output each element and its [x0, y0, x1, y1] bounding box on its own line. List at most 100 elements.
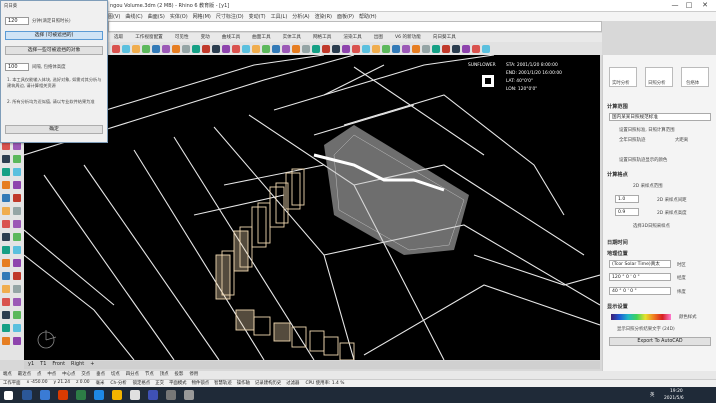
status-toggle[interactable]: 正交: [155, 380, 164, 387]
ribbon-tab[interactable]: 实体工具: [277, 33, 307, 42]
app2-icon[interactable]: [184, 390, 194, 400]
section-display[interactable]: 显示设置: [607, 303, 628, 310]
latitude-input[interactable]: 40 ° 0 ' 0 ": [609, 287, 671, 295]
all-day-option[interactable]: 全年日照轨迹: [619, 137, 645, 143]
tool-icon[interactable]: [12, 323, 21, 332]
status-toggle[interactable]: 锁定格点: [133, 380, 151, 387]
osnap-item[interactable]: 四分点: [126, 371, 139, 379]
select-3d-points[interactable]: 选择3D日照采样点: [633, 223, 670, 229]
tool-icon[interactable]: [12, 180, 21, 189]
toolbar-icon[interactable]: [372, 44, 380, 53]
ribbon-tab[interactable]: 出图: [368, 33, 389, 42]
toolbar-icon[interactable]: [212, 44, 220, 53]
tool-icon[interactable]: [12, 245, 21, 254]
toolbar-icon[interactable]: [342, 44, 350, 53]
menu-item[interactable]: 工具(L): [271, 13, 288, 20]
taskview-icon[interactable]: [40, 390, 50, 400]
toolbar-icon[interactable]: [332, 44, 340, 53]
menu-item[interactable]: 帮助(H): [359, 13, 377, 20]
toolbar-icon[interactable]: [482, 44, 490, 53]
tool-icon[interactable]: [12, 232, 21, 241]
ribbon-tab[interactable]: 网格工具: [307, 33, 337, 42]
chrome-icon[interactable]: [130, 390, 140, 400]
toolbar-icon[interactable]: [312, 44, 320, 53]
viewport-tab[interactable]: +: [90, 361, 94, 369]
ribbon-tab[interactable]: 曲面工具: [246, 33, 276, 42]
toolbar-icon[interactable]: [322, 44, 330, 53]
osnap-item[interactable]: 顶点: [160, 371, 169, 379]
tool-icon[interactable]: [1, 232, 10, 241]
toolbar-icon[interactable]: [182, 44, 190, 53]
osnap-item[interactable]: 中心点: [62, 371, 75, 379]
standard-dropdown[interactable]: 国内某某日照规范标准: [609, 113, 711, 121]
osnap-item[interactable]: 端点: [3, 371, 12, 379]
color-option[interactable]: 设置日照轨迹显示的颜色: [619, 157, 667, 163]
osnap-item[interactable]: 中点: [47, 371, 56, 379]
osnap-item[interactable]: 节点: [145, 371, 154, 379]
ok-button[interactable]: 确定: [5, 125, 103, 134]
toolbar-icon[interactable]: [302, 44, 310, 53]
command-area[interactable]: [108, 21, 602, 32]
tool-icon[interactable]: [1, 323, 10, 332]
toolbar-icon[interactable]: [142, 44, 150, 53]
osnap-item[interactable]: 停用: [189, 371, 198, 379]
toolbar-icon[interactable]: [242, 44, 250, 53]
osnap-item[interactable]: 点: [37, 371, 41, 379]
tool-icon[interactable]: [1, 180, 10, 189]
realtime-analysis-button[interactable]: 实时分析: [609, 67, 637, 87]
menu-item[interactable]: 网格(M): [193, 13, 211, 20]
toolbar-icon[interactable]: [282, 44, 290, 53]
lang-indicator[interactable]: 英: [650, 392, 654, 398]
toolbar-icon[interactable]: [252, 44, 260, 53]
section-datetime[interactable]: 日期时间: [607, 239, 628, 246]
toolbar-icon[interactable]: [132, 44, 140, 53]
tool-icon[interactable]: [1, 336, 10, 345]
tool-icon[interactable]: [1, 258, 10, 267]
toolbar-icon[interactable]: [352, 44, 360, 53]
tool-icon[interactable]: [12, 310, 21, 319]
status-toggle[interactable]: 过滤器: [286, 380, 299, 387]
menu-item[interactable]: 尺寸标注(D): [216, 13, 244, 20]
tool-icon[interactable]: [1, 271, 10, 280]
section-geo[interactable]: 地理位置: [607, 250, 628, 257]
status-toggle[interactable]: 记录建构历史: [255, 380, 281, 387]
tool-icon[interactable]: [12, 258, 21, 267]
tool-icon[interactable]: [12, 206, 21, 215]
ribbon-tab[interactable]: 向日葵工具: [427, 33, 462, 42]
height-input[interactable]: 0.9: [615, 208, 639, 216]
tool-icon[interactable]: [1, 206, 10, 215]
viewport-tab[interactable]: T1: [40, 361, 46, 369]
toolbar-icon[interactable]: [452, 44, 460, 53]
osnap-item[interactable]: 切点: [111, 371, 120, 379]
duration-input[interactable]: 120: [5, 17, 29, 25]
toolbar-icon[interactable]: [292, 44, 300, 53]
tool-icon[interactable]: [12, 219, 21, 228]
menu-item[interactable]: 曲线(C): [125, 13, 142, 20]
tool-icon[interactable]: [1, 245, 10, 254]
app-icon[interactable]: [148, 390, 158, 400]
menu-item[interactable]: 面板(P): [337, 13, 354, 20]
toolbar-icon[interactable]: [462, 44, 470, 53]
status-layer[interactable]: Ch-分析: [110, 380, 126, 387]
ribbon-tab[interactable]: 可见性: [169, 33, 195, 42]
show-text-checkbox[interactable]: 显示日照分析结果文字 (24D): [617, 326, 675, 332]
set-date-option[interactable]: 设置日照标准, 日照计算范围: [619, 127, 674, 133]
tool-icon[interactable]: [12, 154, 21, 163]
large-option[interactable]: 大距离: [675, 137, 688, 143]
toolbar-icon[interactable]: [362, 44, 370, 53]
toolbar-icon[interactable]: [192, 44, 200, 53]
excel-icon[interactable]: [76, 390, 86, 400]
osnap-item[interactable]: 投影: [175, 371, 184, 379]
menu-item[interactable]: 渲染(R): [315, 13, 332, 20]
ribbon-tab[interactable]: 曲线工具: [216, 33, 246, 42]
toolbar-icon[interactable]: [232, 44, 240, 53]
viewport-tab[interactable]: Front: [52, 361, 65, 369]
osnap-item[interactable]: 垂点: [96, 371, 105, 379]
status-toggle[interactable]: 智慧轨迹: [214, 380, 232, 387]
edge-icon[interactable]: [94, 390, 104, 400]
toolbar-icon[interactable]: [262, 44, 270, 53]
menu-item[interactable]: 图(V): [108, 13, 120, 20]
office-icon[interactable]: [58, 390, 68, 400]
export-autocad-button[interactable]: Export To AutoCAD: [609, 337, 711, 346]
tool-icon[interactable]: [12, 167, 21, 176]
